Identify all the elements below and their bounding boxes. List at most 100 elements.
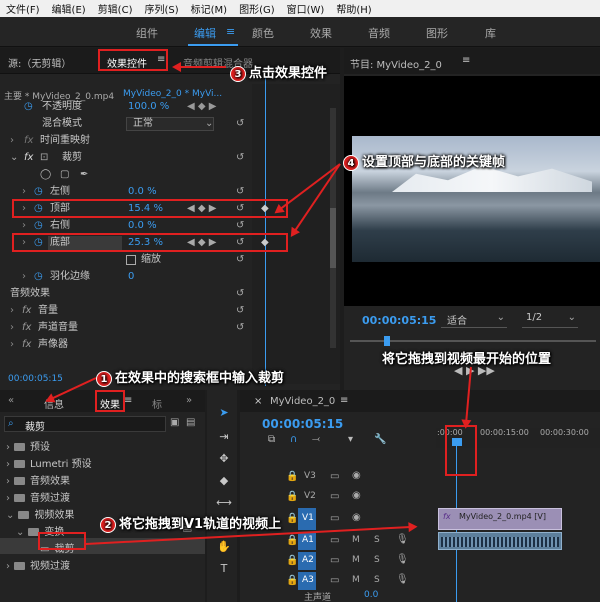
lock-icon[interactable]: 🔒	[286, 555, 298, 566]
mic-icon[interactable]: 🎙	[396, 574, 409, 585]
workspace-graphics[interactable]: 图形	[426, 25, 448, 41]
video-clip[interactable]: fx MyVideo_2_0.mp4 [V]	[438, 508, 562, 530]
solo-button[interactable]: S	[374, 555, 380, 565]
pen-mask-icon[interactable]: ✒	[80, 166, 88, 184]
slip-tool-icon[interactable]: ⟷	[216, 496, 232, 512]
eye-icon[interactable]: ◉	[352, 512, 361, 523]
sync-lock-icon[interactable]: ▭	[330, 513, 339, 524]
program-title[interactable]: 节目: MyVideo_2_0	[350, 56, 442, 71]
master-volume-value[interactable]: 0.0	[364, 590, 378, 600]
wrench-icon[interactable]: 🔧	[374, 434, 386, 445]
menu-sequence[interactable]: 序列(S)	[138, 1, 184, 16]
menu-marker[interactable]: 标记(M)	[185, 1, 233, 16]
yuv-effects-icon[interactable]: ▤	[186, 417, 195, 428]
menu-clip[interactable]: 剪辑(C)	[92, 1, 139, 16]
source-tab[interactable]: 源:（无剪辑）	[8, 55, 71, 70]
menu-file[interactable]: 文件(F)	[0, 1, 46, 16]
chevron-right-icon[interactable]: ›	[10, 302, 14, 320]
rectangle-mask-icon[interactable]: ▢	[60, 166, 69, 184]
panel-menu-icon[interactable]: ≡	[462, 55, 470, 66]
sync-lock-icon[interactable]: ▭	[330, 471, 339, 482]
mute-button[interactable]: M	[352, 555, 360, 565]
chevron-double-left-icon[interactable]: «	[8, 395, 14, 406]
linked-selection-icon[interactable]: ⤙	[312, 434, 320, 445]
selection-tool-icon[interactable]: ➤	[216, 406, 232, 422]
ripple-edit-tool-icon[interactable]: ✥	[216, 452, 232, 468]
eye-icon[interactable]: ◉	[352, 470, 361, 481]
stopwatch-icon[interactable]: ◷	[24, 98, 33, 116]
chevron-right-icon[interactable]: ›	[10, 132, 14, 150]
reset-icon[interactable]: ↺	[236, 149, 244, 167]
chevron-right-icon[interactable]: ›	[10, 319, 14, 337]
mute-button[interactable]: M	[352, 575, 360, 585]
hand-tool-icon[interactable]: ✋	[216, 540, 232, 556]
timeline-timecode[interactable]: 00:00:05:15	[262, 417, 343, 431]
ellipse-mask-icon[interactable]: ◯	[40, 166, 51, 184]
close-icon[interactable]: ×	[254, 396, 262, 407]
markers-tab[interactable]: 标	[152, 396, 162, 411]
zoom-checkbox[interactable]	[126, 255, 136, 265]
chevron-right-icon[interactable]: ›	[22, 268, 26, 286]
ec-playhead[interactable]	[265, 76, 266, 386]
sync-lock-icon[interactable]: ▭	[330, 535, 339, 546]
quality-dropdown[interactable]: 1/2 ⌄	[522, 312, 578, 328]
eye-icon[interactable]: ◉	[352, 490, 361, 501]
lock-icon[interactable]: 🔒	[286, 471, 298, 482]
reset-icon[interactable]: ↺	[236, 115, 244, 133]
solo-button[interactable]: S	[374, 575, 380, 585]
workspace-editing[interactable]: 编辑	[194, 25, 216, 41]
reset-icon[interactable]: ↺	[236, 251, 244, 269]
ec-timecode[interactable]: 00:00:05:15	[8, 374, 63, 384]
panel-menu-icon[interactable]: ≡	[124, 395, 132, 406]
lock-icon[interactable]: 🔒	[286, 491, 298, 502]
sync-lock-icon[interactable]: ▭	[330, 575, 339, 586]
lock-icon[interactable]: 🔒	[286, 513, 298, 524]
effects-search-input[interactable]: ⌕ 裁剪	[4, 416, 166, 433]
fx-icon[interactable]: fx	[24, 149, 33, 167]
lock-icon[interactable]: 🔒	[286, 575, 298, 586]
tree-item[interactable]: ⌄ 视频效果	[6, 506, 74, 521]
chevron-right-icon[interactable]: ›	[10, 336, 14, 354]
mute-button[interactable]: M	[352, 535, 360, 545]
reset-icon[interactable]: ↺	[236, 302, 244, 320]
reset-icon[interactable]: ↺	[236, 319, 244, 337]
type-tool-icon[interactable]: T	[216, 562, 232, 578]
menu-graphics[interactable]: 图形(G)	[233, 1, 281, 16]
chevron-double-right-icon[interactable]: »	[186, 395, 192, 406]
menu-edit[interactable]: 编辑(E)	[46, 1, 92, 16]
workspace-menu-icon[interactable]: ≡	[226, 25, 235, 38]
tree-item[interactable]: › 视频过渡	[6, 557, 70, 572]
workspace-assembly[interactable]: 组件	[136, 25, 158, 41]
track-select-tool-icon[interactable]: ⇥	[216, 430, 232, 446]
program-playhead[interactable]	[384, 336, 390, 346]
video-canvas[interactable]	[344, 76, 600, 306]
tree-item[interactable]: › 音频效果	[6, 472, 70, 487]
workspace-effects[interactable]: 效果	[310, 25, 332, 41]
audio-clip[interactable]	[438, 532, 562, 550]
blend-mode-dropdown[interactable]: 正常	[126, 117, 214, 131]
fx-icon[interactable]: fx	[22, 302, 31, 320]
keyframe-nav-icon[interactable]: ◀ ◆ ▶	[187, 98, 216, 116]
mic-icon[interactable]: 🎙	[396, 554, 409, 565]
workspace-libraries[interactable]: 库	[485, 25, 496, 41]
sync-lock-icon[interactable]: ▭	[330, 491, 339, 502]
reset-icon[interactable]: ↺	[236, 285, 244, 303]
solo-button[interactable]: S	[374, 535, 380, 545]
lock-icon[interactable]: 🔒	[286, 535, 298, 546]
fx-icon[interactable]: fx	[22, 336, 31, 354]
workspace-color[interactable]: 颜色	[252, 25, 274, 41]
fit-dropdown[interactable]: 适合 ⌄	[441, 312, 507, 328]
tree-item[interactable]: › 预设	[6, 438, 50, 453]
property-value[interactable]: 100.0 %	[128, 98, 169, 116]
workspace-audio[interactable]: 音频	[368, 25, 390, 41]
tree-item[interactable]: › Lumetri 预设	[6, 455, 92, 470]
sync-lock-icon[interactable]: ▭	[330, 555, 339, 566]
property-value[interactable]: 0	[128, 268, 134, 286]
accelerated-effects-icon[interactable]: ▣	[170, 417, 179, 428]
mic-icon[interactable]: 🎙	[396, 534, 409, 545]
add-marker-icon[interactable]: ▾	[348, 434, 353, 445]
ec-scroll-thumb[interactable]	[330, 208, 336, 268]
panel-menu-icon[interactable]: ≡	[340, 395, 348, 406]
fx-icon[interactable]: fx	[22, 319, 31, 337]
sequence-tab[interactable]: MyVideo_2_0	[270, 396, 335, 407]
